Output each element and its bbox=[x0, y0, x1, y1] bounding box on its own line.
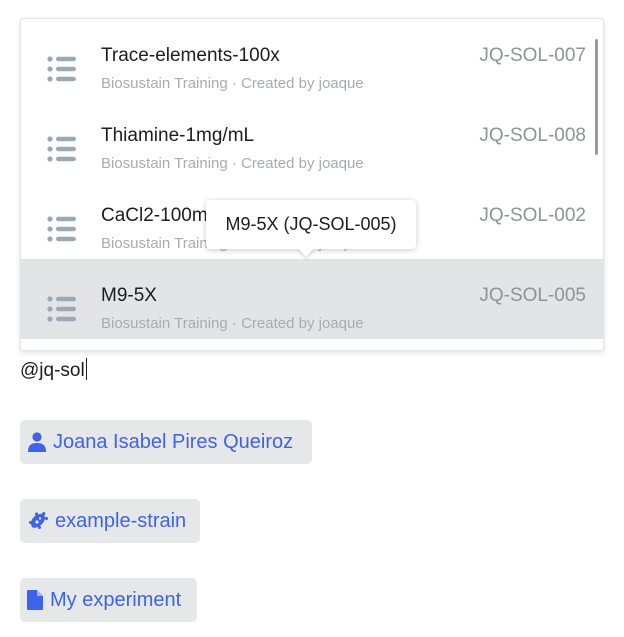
mention-input[interactable]: @jq-sol bbox=[20, 358, 87, 384]
mention-chip-user[interactable]: Joana Isabel Pires Queiroz bbox=[20, 420, 312, 464]
mention-input-value: @jq-sol bbox=[20, 360, 85, 381]
dropdown-scrollbar[interactable] bbox=[595, 39, 598, 155]
mention-chip-strain[interactable]: example-strain bbox=[20, 499, 200, 543]
mention-suggestions-dropdown: Trace-elements-100x Biosustain Training … bbox=[20, 18, 604, 351]
suggestion-subtitle: Biosustain Training · Created by joaque bbox=[101, 155, 364, 172]
list-icon bbox=[47, 296, 76, 322]
suggestion-code: JQ-SOL-005 bbox=[479, 285, 586, 306]
suggestion-item[interactable]: Trace-elements-100x Biosustain Training … bbox=[21, 19, 603, 99]
suggestion-subtitle: Biosustain Training · Created by joaque bbox=[101, 75, 364, 92]
mention-chip-label: My experiment bbox=[50, 589, 182, 611]
suggestion-title: M9-5X bbox=[101, 285, 157, 306]
list-icon bbox=[47, 216, 76, 242]
list-icon bbox=[47, 56, 76, 82]
suggestion-subtitle: Biosustain Training · Created by joaque bbox=[101, 315, 364, 332]
mention-chip-experiment[interactable]: My experiment bbox=[20, 578, 197, 622]
text-caret bbox=[85, 358, 87, 380]
mention-chip-label: Joana Isabel Pires Queiroz bbox=[53, 431, 294, 453]
suggestion-code: JQ-SOL-002 bbox=[479, 205, 586, 226]
document-icon bbox=[27, 590, 43, 610]
mention-chip-label: example-strain bbox=[55, 510, 187, 532]
suggestion-item-selected[interactable]: M9-5X Biosustain Training · Created by j… bbox=[21, 259, 603, 339]
tooltip: M9-5X (JQ-SOL-005) bbox=[206, 200, 416, 257]
list-icon bbox=[47, 136, 76, 162]
suggestion-item[interactable]: Thiamine-1mg/mL Biosustain Training · Cr… bbox=[21, 99, 603, 179]
user-icon bbox=[28, 432, 46, 452]
suggestion-title: Trace-elements-100x bbox=[101, 45, 280, 66]
tooltip-text: M9-5X (JQ-SOL-005) bbox=[225, 214, 397, 234]
suggestion-title: Thiamine-1mg/mL bbox=[101, 125, 255, 146]
suggestion-code: JQ-SOL-008 bbox=[479, 125, 586, 146]
microbe-icon bbox=[29, 511, 48, 529]
suggestion-code: JQ-SOL-007 bbox=[479, 45, 586, 66]
